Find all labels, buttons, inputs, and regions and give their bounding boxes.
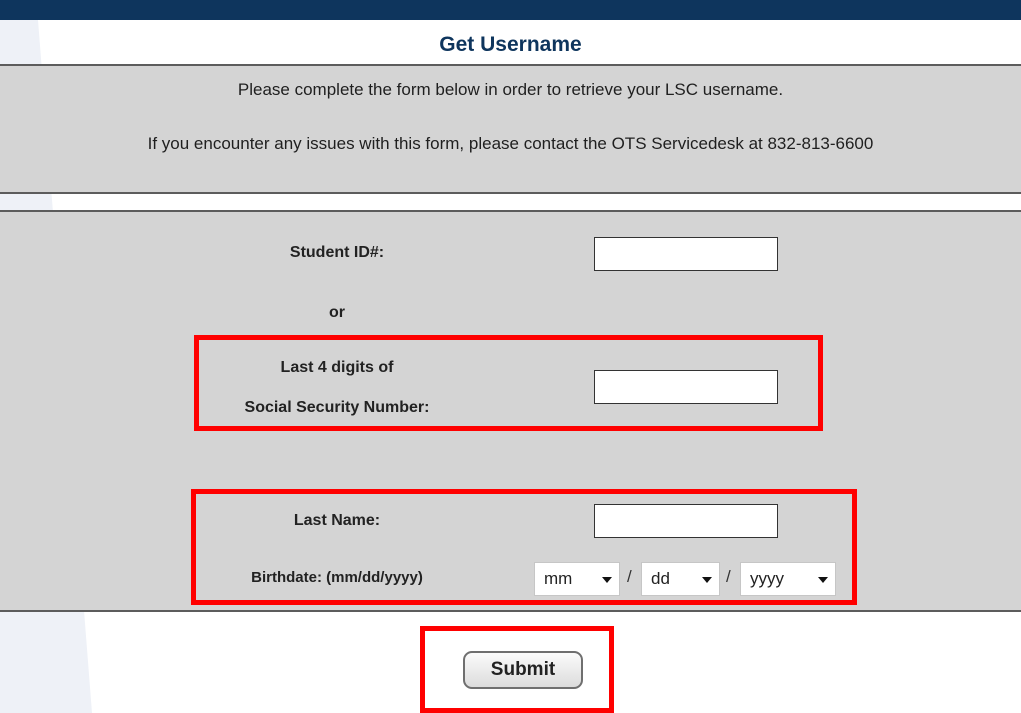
birth-year-select[interactable]: yyyy [740,562,836,596]
student-id-label: Student ID#: [289,244,385,261]
birth-day-value: dd [651,569,670,588]
last-name-input[interactable] [594,504,778,538]
birth-year-value: yyyy [750,569,784,588]
birthdate-label: Birthdate: (mm/dd/yyyy) [251,569,423,586]
birth-month-select[interactable]: mm [534,562,620,596]
student-id-input[interactable] [594,237,778,271]
header-bar [0,0,1021,20]
ssn-label-line1: Last 4 digits of [280,359,394,376]
ssn-last4-input[interactable] [594,370,778,404]
intro-text: Please complete the form below in order … [237,80,784,99]
last-name-label: Last Name: [293,512,381,529]
date-separator: / [726,567,731,586]
username-form: Student ID#: or Last 4 digits of Social … [0,210,1021,612]
or-label: or [329,304,345,321]
support-contact-text: If you encounter any issues with this fo… [147,134,874,153]
chevron-down-icon [818,577,828,583]
info-panel: Please complete the form below in order … [0,64,1021,194]
ssn-label-line2: Social Security Number: [244,399,430,416]
chevron-down-icon [702,577,712,583]
date-separator: / [627,567,632,586]
page-title: Get Username [439,33,582,56]
submit-button[interactable]: Submit [463,651,583,689]
birth-day-select[interactable]: dd [641,562,720,596]
birth-month-value: mm [544,569,573,588]
chevron-down-icon [602,577,612,583]
